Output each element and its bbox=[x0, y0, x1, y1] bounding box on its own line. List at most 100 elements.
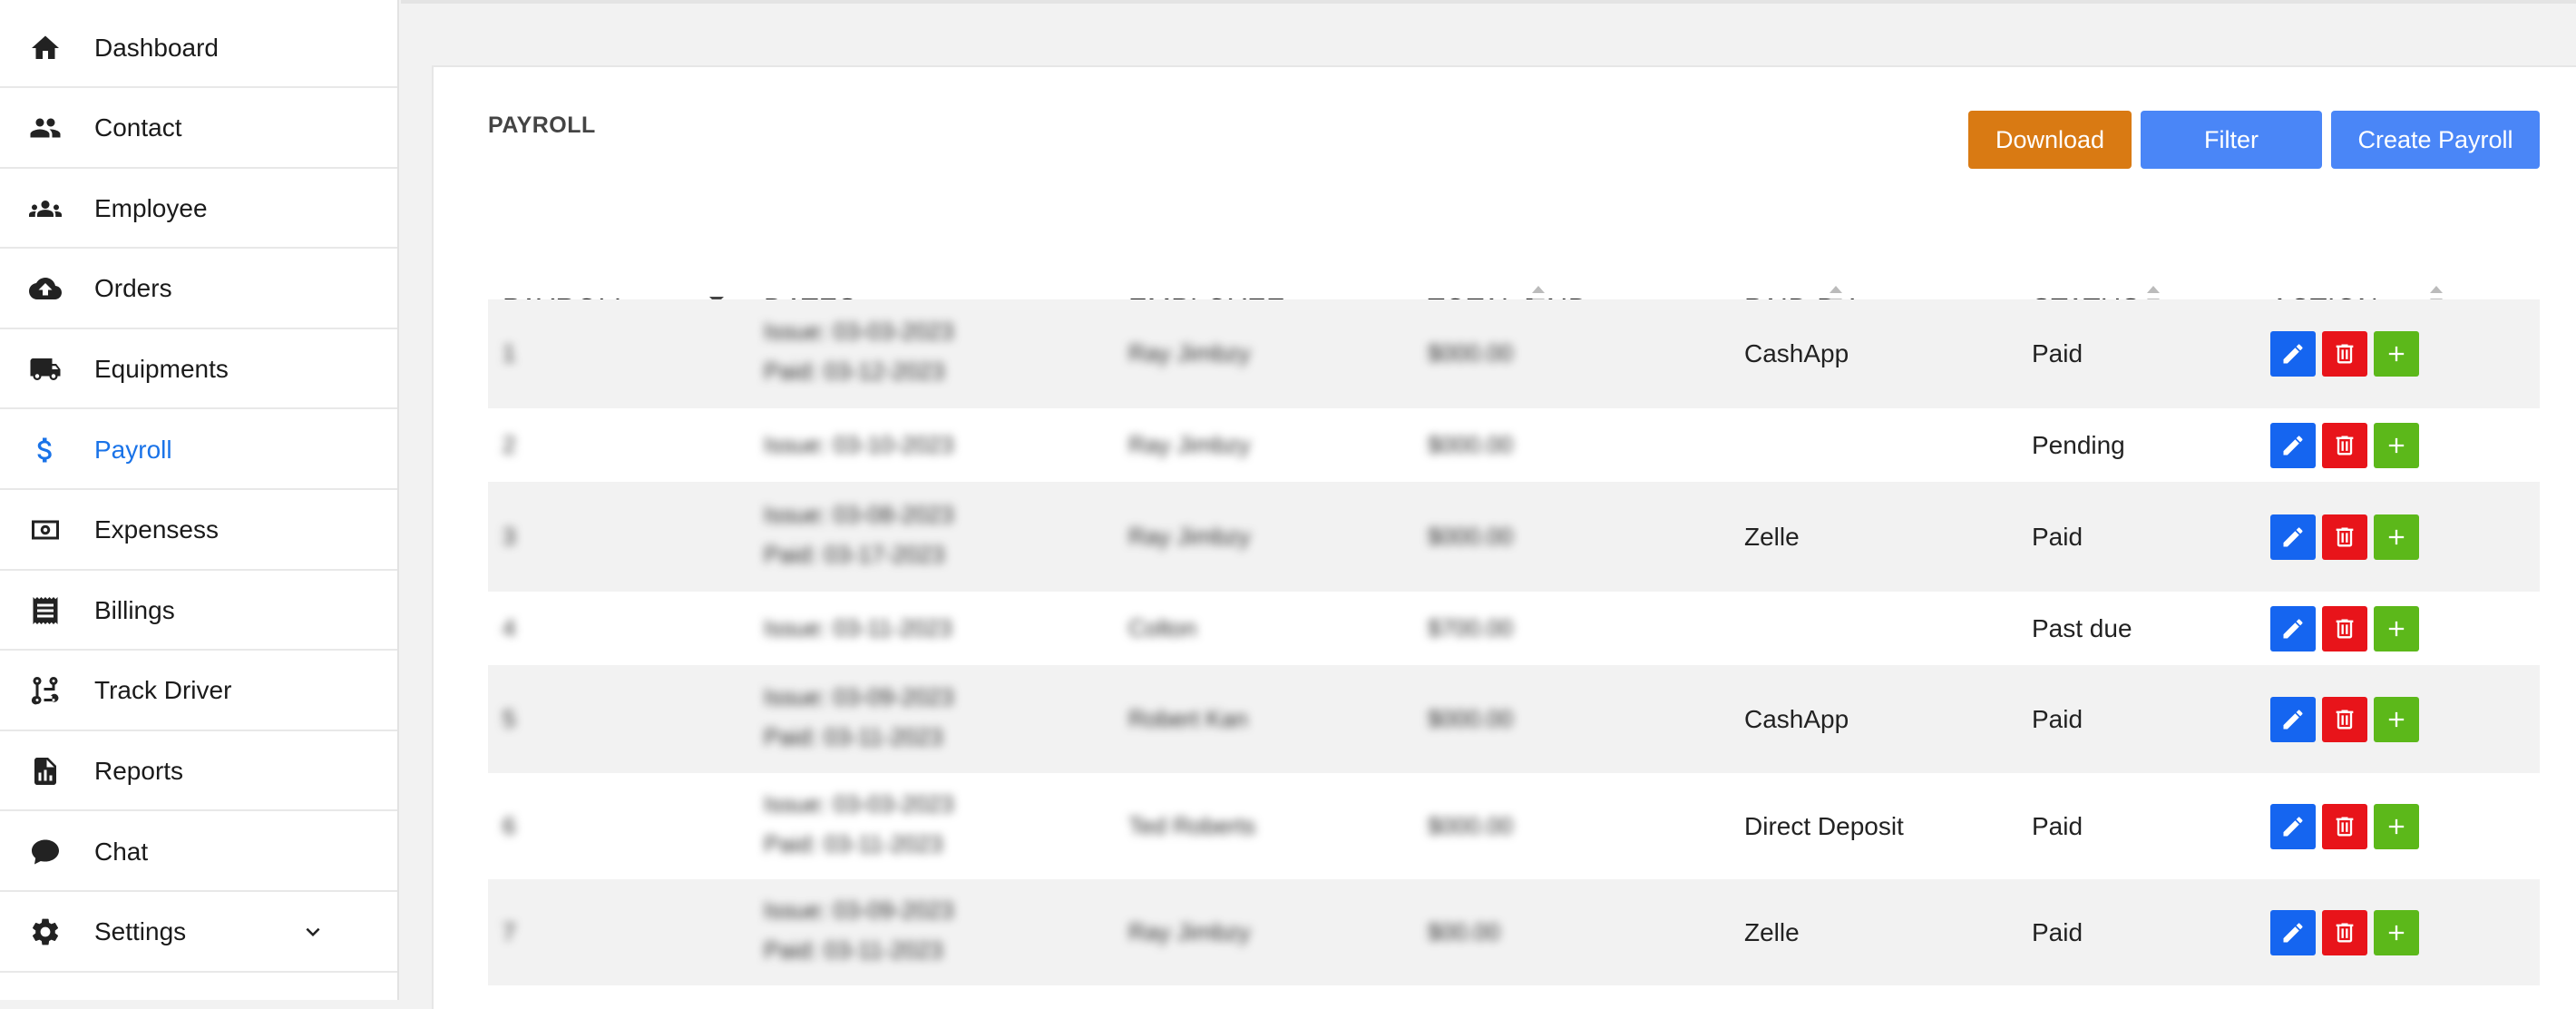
sidebar-item-label: Dashboard bbox=[94, 33, 219, 62]
sidebar-item-billings[interactable]: Billings bbox=[0, 572, 397, 651]
add-button[interactable] bbox=[2374, 422, 2419, 468]
sidebar-item-contact[interactable]: Contact bbox=[0, 90, 397, 169]
pencil-icon bbox=[2280, 433, 2306, 458]
table-row[interactable]: 5 Issue: 03-09-2023 Paid: 03-11-2023 Robert… bbox=[488, 665, 2540, 773]
delete-button[interactable] bbox=[2322, 331, 2367, 377]
plus-icon bbox=[2384, 524, 2409, 550]
plus-icon bbox=[2384, 814, 2409, 839]
paid-by: Zelle bbox=[1744, 917, 1800, 946]
sidebar-item-label: Expensess bbox=[94, 515, 219, 544]
status-text: Paid bbox=[2032, 811, 2083, 840]
employee-name: Ray Jimbzy bbox=[1128, 430, 1251, 458]
add-button[interactable] bbox=[2374, 331, 2419, 377]
payroll-card: PAYROLL Download Filter Create Payroll P… bbox=[432, 65, 2576, 1009]
total-paid: $000.00 bbox=[1428, 811, 1513, 839]
add-button[interactable] bbox=[2374, 696, 2419, 742]
add-button[interactable] bbox=[2374, 803, 2419, 849]
sidebar-item-label: Payroll bbox=[94, 435, 172, 464]
delete-button[interactable] bbox=[2322, 909, 2367, 955]
edit-button[interactable] bbox=[2270, 803, 2316, 849]
dollar-icon bbox=[27, 432, 63, 468]
sidebar-item-label: Contact bbox=[94, 113, 182, 142]
sidebar-item-dashboard[interactable]: Dashboard bbox=[0, 9, 397, 88]
filter-button[interactable]: Filter bbox=[2141, 111, 2322, 169]
sidebar-item-track-driver[interactable]: Track Driver bbox=[0, 652, 397, 731]
payroll-id: 4 bbox=[503, 613, 516, 642]
delete-button[interactable] bbox=[2322, 605, 2367, 651]
page-title: PAYROLL bbox=[488, 113, 596, 138]
chevron-down-icon[interactable] bbox=[299, 918, 327, 945]
route-icon bbox=[27, 672, 63, 709]
people-icon bbox=[27, 110, 63, 146]
issue-date: Issue: 03-08-2023 bbox=[764, 500, 954, 528]
employee-name: Ray Jimbzy bbox=[1128, 522, 1251, 550]
sidebar-item-chat[interactable]: Chat bbox=[0, 813, 397, 892]
sidebar-item-label: Reports bbox=[94, 756, 184, 785]
sidebar-item-label: Orders bbox=[94, 274, 172, 303]
total-paid: $000.00 bbox=[1428, 704, 1513, 732]
employee-name: Colton bbox=[1128, 613, 1197, 642]
pencil-icon bbox=[2280, 814, 2306, 839]
payroll-id: 7 bbox=[503, 917, 516, 945]
delete-button[interactable] bbox=[2322, 514, 2367, 560]
edit-button[interactable] bbox=[2270, 514, 2316, 560]
table-row[interactable]: 3 Issue: 03-08-2023 Paid: 03-17-2023 Ray Ji… bbox=[488, 482, 2540, 592]
paid-by: CashApp bbox=[1744, 704, 1849, 733]
employee-name: Ted Roberts bbox=[1128, 811, 1256, 839]
plus-icon bbox=[2384, 433, 2409, 458]
edit-button[interactable] bbox=[2270, 605, 2316, 651]
paid-date: Paid: 03-11-2023 bbox=[764, 936, 943, 964]
table-row[interactable]: 4 Issue: 03-11-2023 Colton $700.00 Past due bbox=[488, 592, 2540, 665]
edit-button[interactable] bbox=[2270, 696, 2316, 742]
pencil-icon bbox=[2280, 920, 2306, 945]
pencil-icon bbox=[2280, 616, 2306, 642]
sidebar-item-reports[interactable]: Reports bbox=[0, 732, 397, 812]
group-icon bbox=[27, 191, 63, 227]
add-button[interactable] bbox=[2374, 605, 2419, 651]
create-payroll-button[interactable]: Create Payroll bbox=[2331, 111, 2540, 169]
sidebar-item-label: Settings bbox=[94, 917, 187, 946]
add-button[interactable] bbox=[2374, 909, 2419, 955]
total-paid: $700.00 bbox=[1428, 613, 1513, 642]
paid-by: Zelle bbox=[1744, 522, 1800, 551]
table-row[interactable]: 7 Issue: 03-09-2023 Paid: 03-11-2023 Ray Ji… bbox=[488, 879, 2540, 985]
edit-button[interactable] bbox=[2270, 422, 2316, 468]
sidebar-item-settings[interactable]: Settings bbox=[0, 894, 397, 973]
table-row[interactable]: 1 Issue: 03-03-2023 Paid: 03-12-2023 Ray Ji… bbox=[488, 299, 2540, 408]
sidebar-item-payroll[interactable]: Payroll bbox=[0, 411, 397, 490]
sidebar: Dashboard Contact Employee Orders Equipm… bbox=[0, 0, 399, 1000]
trash-icon bbox=[2332, 920, 2357, 945]
sidebar-item-label: Equipments bbox=[94, 354, 229, 383]
trash-icon bbox=[2332, 814, 2357, 839]
top-band bbox=[401, 0, 2576, 4]
paid-by: Direct Deposit bbox=[1744, 811, 1904, 840]
delete-button[interactable] bbox=[2322, 422, 2367, 468]
sidebar-item-equipments[interactable]: Equipments bbox=[0, 330, 397, 410]
gear-icon bbox=[27, 914, 63, 950]
status-text: Past due bbox=[2032, 613, 2132, 642]
cloud-upload-icon bbox=[27, 270, 63, 307]
status-text: Paid bbox=[2032, 522, 2083, 551]
download-button[interactable]: Download bbox=[1968, 111, 2132, 169]
delete-button[interactable] bbox=[2322, 696, 2367, 742]
sidebar-item-expensess[interactable]: Expensess bbox=[0, 492, 397, 571]
home-icon bbox=[27, 30, 63, 66]
employee-name: Ray Jimbzy bbox=[1128, 339, 1251, 367]
paid-by: CashApp bbox=[1744, 339, 1849, 367]
total-paid: $00.00 bbox=[1428, 917, 1500, 945]
sidebar-item-orders[interactable]: Orders bbox=[0, 250, 397, 329]
delete-button[interactable] bbox=[2322, 803, 2367, 849]
sidebar-item-label: Chat bbox=[94, 837, 149, 866]
plus-icon bbox=[2384, 341, 2409, 367]
issue-date: Issue: 03-09-2023 bbox=[764, 682, 954, 710]
table-row[interactable]: 2 Issue: 03-10-2023 Ray Jimbzy $000.00 Pendi… bbox=[488, 408, 2540, 482]
payroll-id: 3 bbox=[503, 522, 516, 550]
cash-icon bbox=[27, 512, 63, 548]
employee-name: Ray Jimbzy bbox=[1128, 917, 1251, 945]
edit-button[interactable] bbox=[2270, 909, 2316, 955]
add-button[interactable] bbox=[2374, 514, 2419, 560]
sidebar-item-employee[interactable]: Employee bbox=[0, 170, 397, 250]
edit-button[interactable] bbox=[2270, 331, 2316, 377]
table-row[interactable]: 6 Issue: 03-03-2023 Paid: 03-11-2023 Ted Ro… bbox=[488, 773, 2540, 879]
paid-date: Paid: 03-12-2023 bbox=[764, 358, 945, 385]
